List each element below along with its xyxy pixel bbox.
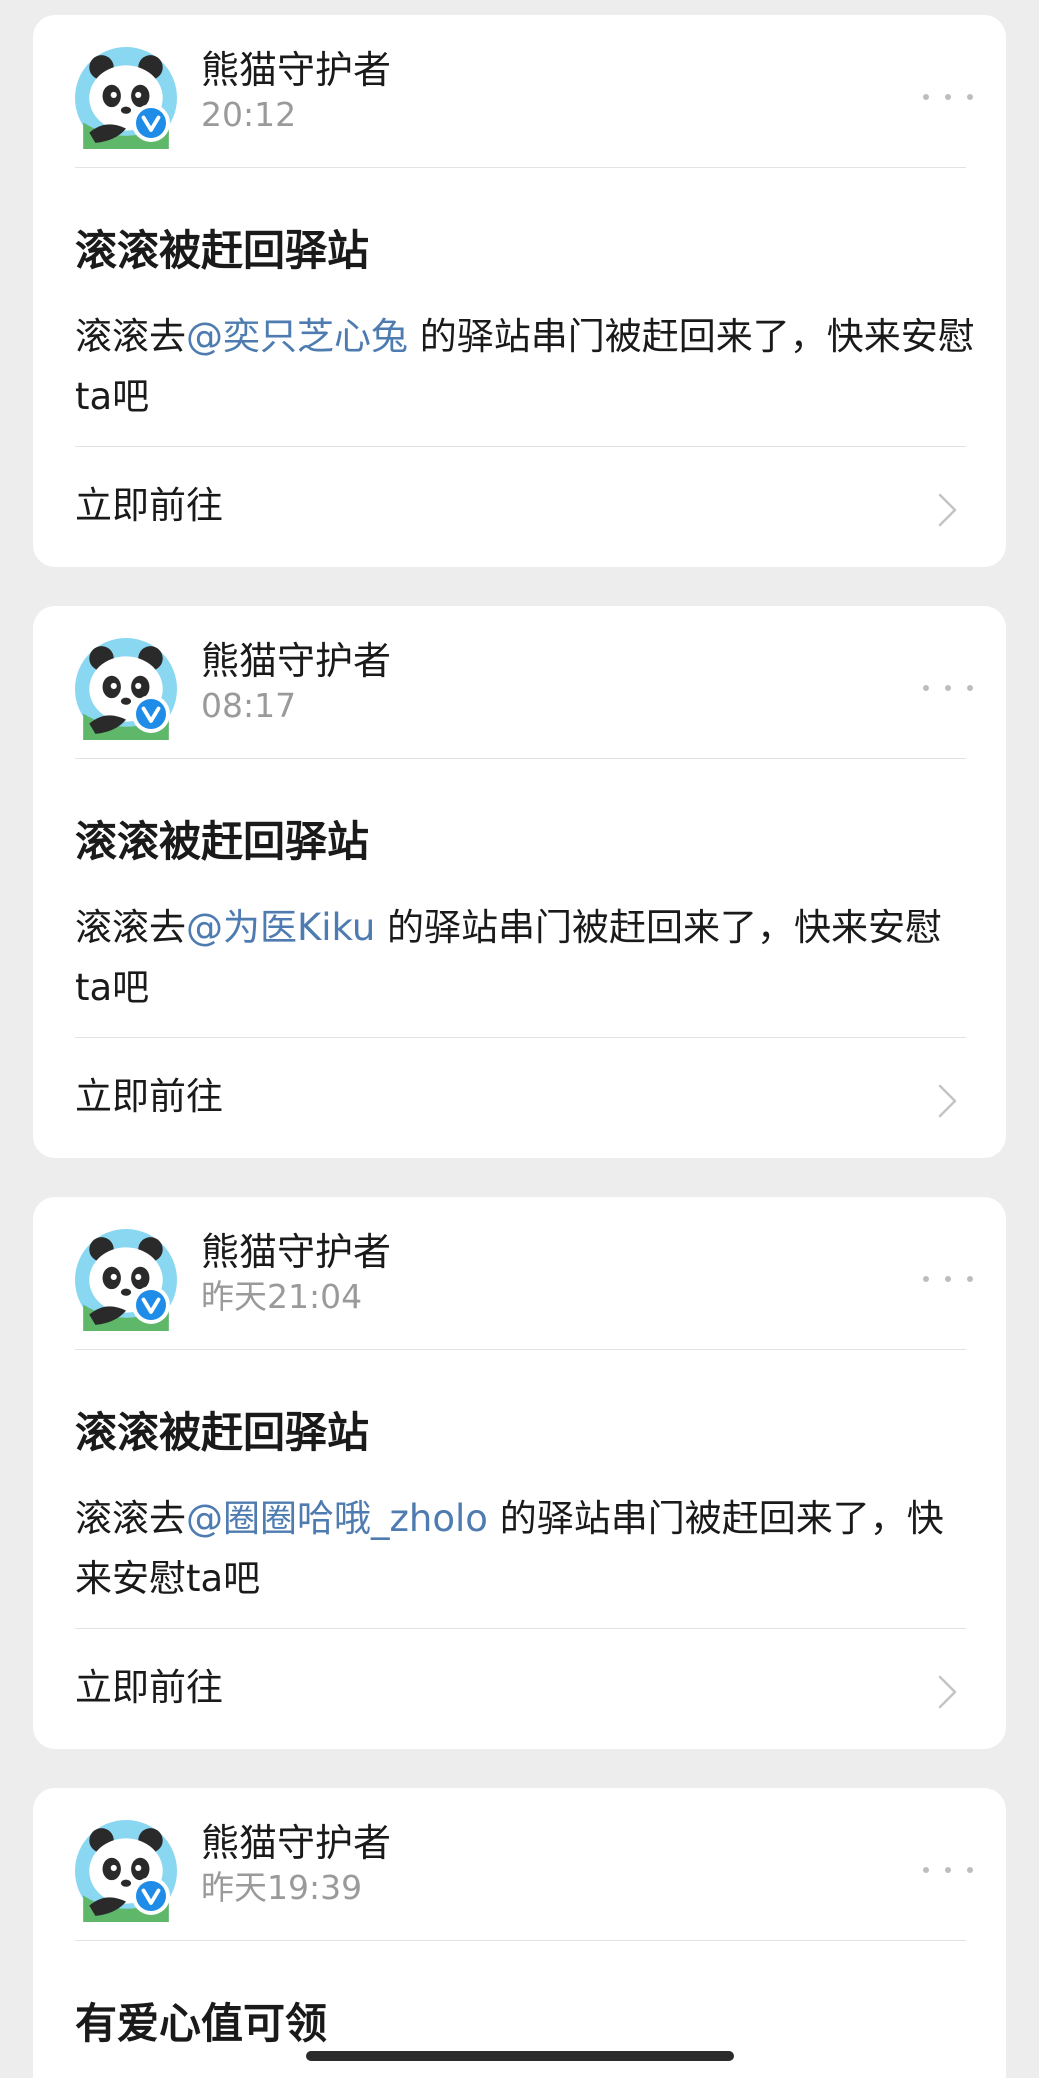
divider (75, 167, 966, 168)
message-time: 昨天19:39 (201, 1868, 363, 1907)
go-now-label: 立即前往 (75, 1075, 223, 1118)
body-text: 滚滚去 (75, 315, 186, 358)
card-header: 熊猫守护者 昨天19:39 (33, 1788, 1006, 1942)
body-text: 滚滚去 (75, 1497, 186, 1540)
go-now-label: 立即前往 (75, 484, 223, 527)
more-options-button[interactable] (923, 676, 973, 700)
more-options-button[interactable] (923, 85, 973, 109)
body-text: 滚滚去 (75, 906, 186, 949)
verified-v-badge-icon (131, 103, 171, 143)
message-time: 08:17 (201, 686, 297, 725)
message-title: 滚滚被赶回驿站 (75, 1408, 370, 1457)
more-dots-icon (923, 1867, 929, 1873)
mention-link[interactable]: @圈圈哈哦_zholo (186, 1497, 488, 1540)
panda-avatar-icon[interactable] (75, 1229, 177, 1331)
message-title: 滚滚被赶回驿站 (75, 817, 370, 866)
divider (75, 1940, 966, 1941)
more-options-button[interactable] (923, 1267, 973, 1291)
sender-name[interactable]: 熊猫守护者 (201, 1818, 391, 1868)
go-now-button[interactable]: 立即前往 (33, 1038, 1006, 1156)
go-now-button[interactable]: 立即前往 (33, 447, 1006, 565)
divider (75, 1349, 966, 1350)
chevron-right-icon (938, 493, 957, 527)
message-card: 熊猫守护者 昨天19:39 有爱心值可领 (33, 1788, 1006, 2078)
message-card: 熊猫守护者 08:17 滚滚被赶回驿站 滚滚去@为医Kiku 的驿站串门被赶回来… (33, 606, 1006, 1158)
more-options-button[interactable] (923, 1858, 973, 1882)
sender-name[interactable]: 熊猫守护者 (201, 45, 391, 95)
chevron-right-icon (938, 1084, 957, 1118)
message-time: 昨天21:04 (201, 1277, 363, 1316)
home-indicator-bar[interactable] (306, 2051, 734, 2061)
verified-v-badge-icon (131, 1285, 171, 1325)
message-title: 滚滚被赶回驿站 (75, 226, 370, 275)
message-body: 滚滚去@为医Kiku 的驿站串门被赶回来了，快来安慰ta吧 (75, 898, 975, 1018)
panda-avatar-icon[interactable] (75, 47, 177, 149)
verified-v-badge-icon (131, 1876, 171, 1916)
go-now-button[interactable]: 立即前往 (33, 1629, 1006, 1747)
message-card: 熊猫守护者 20:12 滚滚被赶回驿站 滚滚去@奕只芝心兔 的驿站串门被赶回来了… (33, 15, 1006, 567)
go-now-label: 立即前往 (75, 1666, 223, 1709)
message-time: 20:12 (201, 95, 297, 134)
more-dots-icon (923, 94, 929, 100)
sender-name[interactable]: 熊猫守护者 (201, 636, 391, 686)
message-title: 有爱心值可领 (75, 1999, 328, 2048)
message-body: 滚滚去@圈圈哈哦_zholo 的驿站串门被赶回来了，快来安慰ta吧 (75, 1489, 975, 1609)
divider (75, 758, 966, 759)
card-header: 熊猫守护者 08:17 (33, 606, 1006, 760)
panda-avatar-icon[interactable] (75, 638, 177, 740)
more-dots-icon (923, 1276, 929, 1282)
card-header: 熊猫守护者 20:12 (33, 15, 1006, 169)
panda-avatar-icon[interactable] (75, 1820, 177, 1922)
message-body: 滚滚去@奕只芝心兔 的驿站串门被赶回来了，快来安慰ta吧 (75, 307, 975, 427)
card-header: 熊猫守护者 昨天21:04 (33, 1197, 1006, 1351)
chevron-right-icon (938, 1675, 957, 1709)
more-dots-icon (923, 685, 929, 691)
message-card: 熊猫守护者 昨天21:04 滚滚被赶回驿站 滚滚去@圈圈哈哦_zholo 的驿站… (33, 1197, 1006, 1749)
mention-link[interactable]: @奕只芝心兔 (186, 315, 408, 358)
mention-link[interactable]: @为医Kiku (186, 906, 375, 949)
verified-v-badge-icon (131, 694, 171, 734)
sender-name[interactable]: 熊猫守护者 (201, 1227, 391, 1277)
